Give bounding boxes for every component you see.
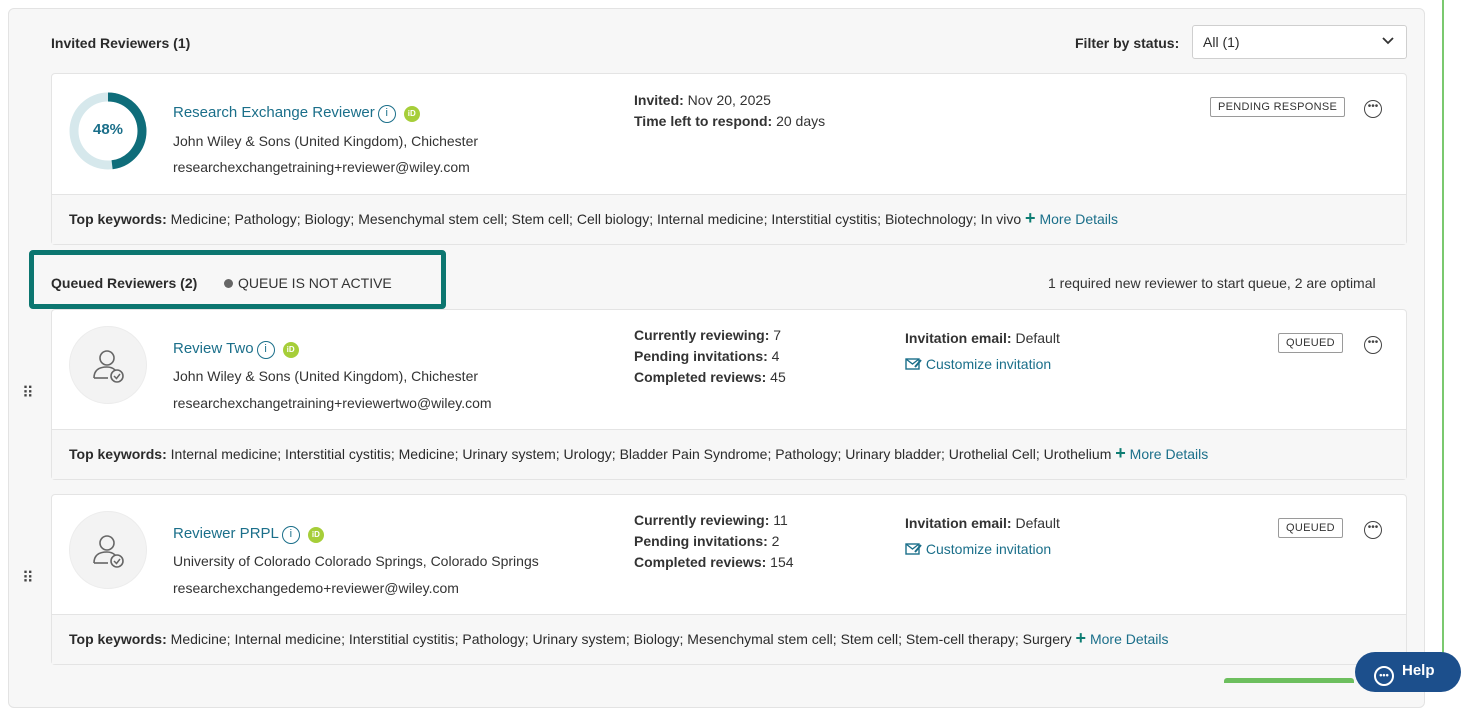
match-score-ring: 48% — [68, 91, 148, 171]
currently-reviewing-label: Currently reviewing: — [634, 327, 770, 343]
help-button[interactable]: ••• Help — [1355, 652, 1461, 692]
keywords-list: Internal medicine; Interstitial cystitis… — [170, 446, 1112, 462]
match-score-value: 48% — [92, 121, 124, 138]
keywords-label: Top keywords: — [69, 211, 167, 227]
keywords-list: Medicine; Pathology; Biology; Mesenchyma… — [170, 211, 1022, 227]
status-filter-select[interactable]: All (1) — [1192, 25, 1407, 59]
invitation-email-label: Invitation email: — [905, 330, 1012, 346]
info-icon[interactable]: i — [281, 526, 300, 544]
plus-icon[interactable]: + — [1115, 443, 1126, 463]
keywords-label: Top keywords: — [69, 631, 167, 647]
more-details-link[interactable]: More Details — [1130, 446, 1209, 462]
keywords-row: Top keywords: Medicine; Internal medicin… — [52, 614, 1406, 664]
customize-invitation-text[interactable]: Customize invitation — [926, 356, 1051, 372]
action-button-edge[interactable] — [1224, 678, 1354, 683]
review-stats: Currently reviewing: 11 Pending invitati… — [634, 510, 794, 573]
status-dot-icon — [224, 279, 233, 288]
reviewer-name-link[interactable]: Reviewer PRPL i iD — [173, 525, 324, 544]
invited-reviewer-card: 48% Research Exchange Reviewer i iD John W… — [51, 73, 1407, 245]
reviewer-name[interactable]: Reviewer PRPL — [173, 525, 279, 542]
drag-handle-icon[interactable]: ⠿ — [22, 568, 34, 588]
user-icon — [93, 350, 124, 383]
pending-invitations-label: Pending invitations: — [634, 533, 768, 549]
keywords-label: Top keywords: — [69, 446, 167, 462]
queue-status-text: QUEUE IS NOT ACTIVE — [238, 275, 392, 291]
more-options-icon[interactable]: ••• — [1364, 521, 1382, 539]
review-stats: Currently reviewing: 7 Pending invitatio… — [634, 325, 786, 388]
reviewer-email: researchexchangetraining+reviewertwo@wil… — [173, 395, 492, 411]
pending-invitations-label: Pending invitations: — [634, 348, 768, 364]
plus-icon[interactable]: + — [1076, 628, 1087, 648]
invited-section-title: Invited Reviewers (1) — [51, 35, 191, 51]
reviewer-affiliation: John Wiley & Sons (United Kingdom), Chic… — [173, 368, 479, 384]
info-icon[interactable]: i — [377, 105, 396, 123]
edit-mail-icon — [905, 356, 926, 372]
drag-handle-icon[interactable]: ⠿ — [22, 383, 34, 403]
more-options-icon[interactable]: ••• — [1364, 336, 1382, 354]
invited-label: Invited: — [634, 92, 684, 108]
time-left-label: Time left to respond: — [634, 113, 773, 129]
user-icon — [93, 535, 124, 568]
reviewer-name[interactable]: Review Two — [173, 340, 254, 357]
invitation-settings: Invitation email: Default Customize invi… — [905, 325, 1060, 377]
queue-note: 1 required new reviewer to start queue, … — [1048, 275, 1376, 291]
reviewer-name-link[interactable]: Research Exchange Reviewer i iD — [173, 104, 420, 123]
pending-invitations-value: 2 — [771, 533, 780, 549]
reviewer-affiliation: John Wiley & Sons (United Kingdom), Chic… — [173, 133, 479, 149]
status-badge: PENDING RESPONSE — [1210, 97, 1346, 117]
keywords-row: Top keywords: Internal medicine; Interst… — [52, 429, 1406, 479]
reviewer-email: researchexchangetraining+reviewer@wiley.… — [173, 159, 470, 175]
keywords-row: Top keywords: Medicine; Pathology; Biolo… — [52, 194, 1406, 244]
invitation-email-value: Default — [1015, 515, 1060, 531]
more-details-link[interactable]: More Details — [1039, 211, 1118, 227]
currently-reviewing-value: 11 — [773, 512, 788, 528]
completed-reviews-value: 45 — [770, 369, 786, 385]
chevron-down-icon — [1382, 34, 1394, 49]
more-details-link[interactable]: More Details — [1090, 631, 1169, 647]
time-left-value: 20 days — [776, 113, 826, 129]
invitation-email-label: Invitation email: — [905, 515, 1012, 531]
completed-reviews-label: Completed reviews: — [634, 369, 767, 385]
avatar — [69, 511, 147, 589]
status-filter-value: All (1) — [1203, 34, 1240, 50]
queue-status: QUEUE IS NOT ACTIVE — [224, 275, 392, 291]
orcid-icon[interactable]: iD — [282, 342, 299, 358]
currently-reviewing-label: Currently reviewing: — [634, 512, 770, 528]
invitation-settings: Invitation email: Default Customize invi… — [905, 510, 1060, 562]
avatar — [69, 326, 147, 404]
reviewer-affiliation: University of Colorado Colorado Springs,… — [173, 553, 539, 569]
reviewer-email: researchexchangedemo+reviewer@wiley.com — [173, 580, 459, 596]
reviewer-name[interactable]: Research Exchange Reviewer — [173, 104, 375, 121]
orcid-icon[interactable]: iD — [403, 106, 420, 122]
plus-icon[interactable]: + — [1025, 208, 1036, 228]
pending-invitations-value: 4 — [771, 348, 780, 364]
right-rail — [1442, 0, 1444, 683]
edit-mail-icon — [905, 541, 926, 557]
queued-reviewer-card: Review Two i iD John Wiley & Sons (United … — [51, 309, 1407, 480]
chat-icon: ••• — [1374, 666, 1394, 686]
invitation-email-value: Default — [1015, 330, 1060, 346]
more-options-icon[interactable]: ••• — [1364, 100, 1382, 118]
customize-invitation-text[interactable]: Customize invitation — [926, 541, 1051, 557]
currently-reviewing-value: 7 — [773, 327, 782, 343]
reviewer-name-link[interactable]: Review Two i iD — [173, 340, 299, 359]
invited-date: Nov 20, 2025 — [687, 92, 771, 108]
orcid-icon[interactable]: iD — [307, 527, 324, 543]
queued-section-title: Queued Reviewers (2) — [51, 275, 198, 291]
completed-reviews-label: Completed reviews: — [634, 554, 767, 570]
filter-label: Filter by status: — [1075, 35, 1180, 51]
help-label[interactable]: Help — [1402, 662, 1435, 679]
keywords-list: Medicine; Internal medicine; Interstitia… — [170, 631, 1072, 647]
invitation-meta: Invited: Nov 20, 2025 Time left to respo… — [634, 90, 825, 132]
completed-reviews-value: 154 — [770, 554, 794, 570]
queued-reviewer-card: Reviewer PRPL i iD University of Colorado … — [51, 494, 1407, 665]
status-badge: QUEUED — [1278, 518, 1343, 538]
customize-invitation-link[interactable]: Customize invitation — [905, 351, 1060, 377]
customize-invitation-link[interactable]: Customize invitation — [905, 536, 1060, 562]
info-icon[interactable]: i — [256, 341, 275, 359]
status-badge: QUEUED — [1278, 333, 1343, 353]
